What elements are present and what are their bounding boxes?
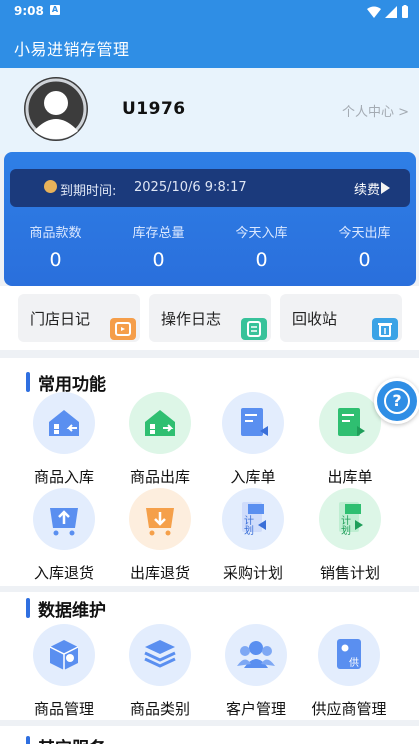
store-diary-button[interactable]: 门店日记: [18, 294, 140, 342]
stat-label: 商品款数: [29, 226, 82, 241]
function-label: 商品类别: [129, 700, 190, 718]
section-accent: [26, 598, 30, 618]
product-manage-icon: [33, 624, 95, 686]
function-label: 供应商管理: [311, 700, 387, 718]
section-accent: [26, 736, 30, 744]
function-label: 商品管理: [33, 700, 94, 718]
stat-value: 0: [49, 249, 62, 271]
wifi-icon: [367, 6, 381, 18]
inbound-return-icon: [33, 488, 95, 550]
quick-actions: 门店日记 操作日志 回收站: [0, 286, 419, 350]
account-card: 到期时间: 2025/10/6 9:8:17 续费 商品款数 0 库存总量 0 …: [4, 152, 416, 286]
stock-out-icon: [129, 392, 191, 454]
function-label: 出库退货: [129, 564, 190, 582]
purchase-plan-icon: 计划: [222, 488, 284, 550]
outbound-return-icon: [129, 488, 191, 550]
section-title: 其它服务: [38, 734, 106, 744]
log-icon: [241, 318, 267, 340]
personal-center-link[interactable]: 个人中心 >: [342, 101, 409, 120]
expire-bar: 到期时间: 2025/10/6 9:8:17 续费: [10, 169, 410, 207]
section-accent: [26, 372, 30, 392]
section-common: 常用功能 商品入库 商品出库 入库单 出库单 入库退货 出库退货 计 划 采购计…: [0, 358, 419, 586]
status-bar: 9:08 A: [0, 0, 419, 24]
purchase-plan-button[interactable]: 计划 采购计划: [205, 488, 301, 583]
function-label: 客户管理: [225, 700, 286, 718]
svg-text:划: 划: [341, 524, 351, 537]
section-other: 其它服务: [0, 726, 419, 744]
stock-out-button[interactable]: 商品出库: [112, 392, 208, 487]
stat-stock-total: 库存总量 0: [107, 222, 210, 271]
question-mark-icon: ?: [384, 388, 410, 414]
recycle-bin-button[interactable]: 回收站: [280, 294, 402, 342]
quick-label: 回收站: [292, 310, 338, 328]
function-label: 入库单: [230, 468, 276, 486]
stat-value: 0: [255, 249, 268, 271]
stock-in-button[interactable]: 商品入库: [16, 392, 112, 487]
sales-plan-icon: 计划: [319, 488, 381, 550]
clock-icon: [44, 180, 57, 193]
stat-label: 库存总量: [132, 226, 185, 241]
function-label: 采购计划: [222, 564, 283, 582]
supplier-manage-button[interactable]: 供 供应商管理: [301, 624, 397, 719]
status-time: 9:08: [14, 4, 44, 18]
section-data: 数据维护 商品管理 商品类别 客户管理 供 供应商管理: [0, 592, 419, 720]
stat-label: 今天出库: [338, 226, 391, 241]
stat-today-in: 今天入库 0: [210, 222, 313, 271]
section-title: 数据维护: [38, 601, 106, 621]
function-label: 商品入库: [33, 468, 94, 486]
svg-text:划: 划: [244, 524, 254, 537]
customer-manage-button[interactable]: 客户管理: [208, 624, 304, 719]
status-icons: [367, 5, 409, 18]
outbound-order-icon: [319, 392, 381, 454]
renew-button[interactable]: 续费: [354, 179, 380, 198]
function-label: 销售计划: [319, 564, 380, 582]
username: U1976: [122, 99, 186, 119]
quick-label: 门店日记: [30, 310, 91, 328]
stat-label: 今天入库: [235, 226, 288, 241]
app-title: 小易进销存管理: [14, 40, 130, 59]
expire-label: 到期时间:: [60, 184, 117, 199]
stat-today-out: 今天出库 0: [313, 222, 416, 271]
function-label: 出库单: [327, 468, 373, 486]
battery-icon: [402, 5, 408, 18]
product-category-icon: [129, 624, 191, 686]
notification-icon: A: [50, 5, 60, 15]
stat-value: 0: [358, 249, 371, 271]
avatar[interactable]: [24, 77, 88, 141]
help-floating-button[interactable]: ?: [374, 378, 419, 424]
inbound-order-icon: [222, 392, 284, 454]
function-label: 入库退货: [33, 564, 94, 582]
product-manage-button[interactable]: 商品管理: [16, 624, 112, 719]
profile-header: U1976 个人中心 >: [0, 68, 419, 154]
app-bar: 小易进销存管理: [0, 24, 419, 68]
stock-in-icon: [33, 392, 95, 454]
diary-icon: [110, 318, 136, 340]
trash-icon: [372, 318, 398, 340]
signal-icon: [385, 5, 397, 18]
svg-text:供: 供: [349, 656, 359, 669]
customer-manage-icon: [225, 624, 287, 686]
expire-value: 2025/10/6 9:8:17: [134, 180, 247, 195]
user-silhouette-icon: [25, 78, 87, 140]
operation-log-button[interactable]: 操作日志: [149, 294, 271, 342]
function-label: 商品出库: [129, 468, 190, 486]
product-category-button[interactable]: 商品类别: [112, 624, 208, 719]
sales-plan-button[interactable]: 计划 销售计划: [302, 488, 398, 583]
play-arrow-icon: [381, 182, 390, 194]
outbound-return-button[interactable]: 出库退货: [112, 488, 208, 583]
stat-product-count: 商品款数 0: [4, 222, 107, 271]
stat-value: 0: [152, 249, 165, 271]
inbound-order-button[interactable]: 入库单: [205, 392, 301, 487]
inbound-return-button[interactable]: 入库退货: [16, 488, 112, 583]
supplier-manage-icon: 供: [318, 624, 380, 686]
quick-label: 操作日志: [161, 310, 222, 328]
